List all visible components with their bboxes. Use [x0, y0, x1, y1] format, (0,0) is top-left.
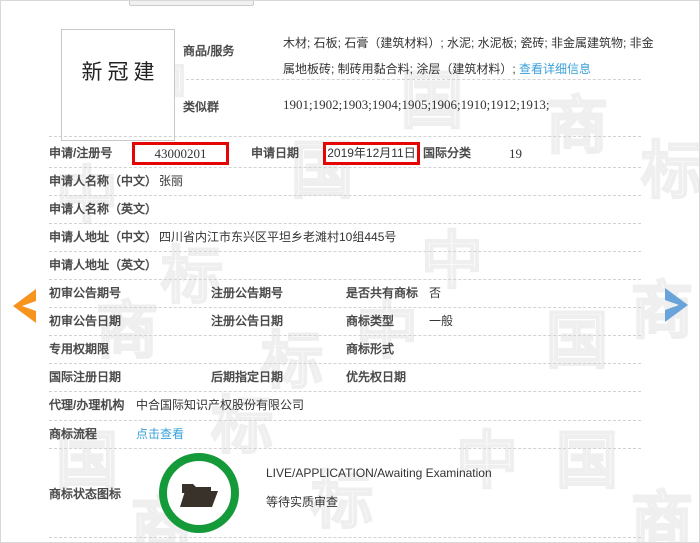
applicant-address-en-label: 申请人地址（英文） — [49, 252, 157, 280]
shared-trademark-label: 是否共有商标 — [346, 280, 418, 308]
trademark-image-text: 新冠建 — [77, 56, 160, 86]
view-details-link[interactable]: 查看详细信息 — [519, 62, 591, 76]
trademark-form-label: 商标形式 — [346, 336, 394, 364]
goods-services-text: 木材; 石板; 石膏（建筑材料）; 水泥; 水泥板; 瓷砖; 非金属建筑物; 非… — [283, 30, 665, 82]
applicant-name-en-row: 申请人名称（英文） — [49, 196, 641, 224]
intl-class-value: 19 — [509, 140, 522, 168]
applicant-address-cn-value: 四川省内江市东兴区平坦乡老滩村10组445号 — [159, 224, 396, 252]
goods-services-list: 木材; 石板; 石膏（建筑材料）; 水泥; 水泥板; 瓷砖; 非金属建筑物; 非… — [283, 36, 654, 76]
next-arrow-button[interactable] — [662, 286, 692, 324]
trademark-type-label: 商标类型 — [346, 308, 394, 336]
separator — [186, 79, 641, 80]
intl-reg-date-label: 国际注册日期 — [49, 364, 121, 392]
agency-label: 代理/办理机构 — [49, 392, 124, 420]
applicant-name-cn-value: 张丽 — [159, 168, 183, 196]
process-view-link[interactable]: 点击查看 — [136, 421, 184, 449]
chevron-right-icon — [662, 286, 692, 324]
gazette-date-row: 初审公告日期 注册公告日期 商标类型 一般 — [49, 308, 641, 336]
priority-date-label: 优先权日期 — [346, 364, 406, 392]
reg-gazette-no-label: 注册公告期号 — [211, 280, 283, 308]
applicant-name-cn-row: 申请人名称（中文） 张丽 — [49, 168, 641, 196]
later-designation-date-label: 后期指定日期 — [211, 364, 283, 392]
similar-group-label: 类似群 — [183, 98, 219, 115]
status-text-zh: 等待实质审查 — [266, 493, 338, 510]
trademark-image: 新冠建 — [61, 29, 175, 141]
trademark-detail-page: 中国商标中国商标中国商标中国商标中国商标 新冠建 商品/服务 木材; 石板; 石… — [0, 0, 700, 543]
process-label: 商标流程 — [49, 421, 97, 449]
chevron-left-icon — [9, 287, 39, 325]
exclusive-right-row: 专用权期限 商标形式 — [49, 336, 641, 364]
exclusive-right-period-label: 专用权期限 — [49, 336, 109, 364]
registration-row: 申请/注册号 43000201 申请日期 2019年12月11日 国际分类 19 — [49, 140, 641, 168]
applicant-name-cn-label: 申请人名称（中文） — [49, 168, 157, 196]
status-icon-label: 商标状态图标 — [49, 485, 121, 502]
reg-gazette-date-label: 注册公告日期 — [211, 308, 283, 336]
top-tab-remnant — [129, 1, 254, 6]
intl-dates-row: 国际注册日期 后期指定日期 优先权日期 — [49, 364, 641, 392]
process-row: 商标流程 点击查看 — [49, 421, 641, 449]
applicant-address-cn-row: 申请人地址（中文） 四川省内江市东兴区平坦乡老滩村10组445号 — [49, 224, 641, 252]
open-folder-icon — [178, 476, 220, 510]
separator — [49, 136, 641, 137]
prelim-gazette-no-label: 初审公告期号 — [49, 280, 121, 308]
app-reg-number-label: 申请/注册号 — [49, 140, 112, 168]
applicant-name-en-label: 申请人名称（英文） — [49, 196, 157, 224]
prelim-gazette-date-label: 初审公告日期 — [49, 308, 121, 336]
gazette-number-row: 初审公告期号 注册公告期号 是否共有商标 否 — [49, 280, 641, 308]
app-reg-number-highlight: 43000201 — [132, 142, 229, 165]
goods-services-label: 商品/服务 — [183, 42, 234, 59]
intl-class-label: 国际分类 — [423, 140, 471, 168]
application-date-label: 申请日期 — [251, 140, 299, 168]
status-text-en: LIVE/APPLICATION/Awaiting Examination — [266, 466, 492, 480]
shared-trademark-value: 否 — [429, 280, 441, 308]
agency-row: 代理/办理机构 中合国际知识产权股份有限公司 — [49, 392, 641, 421]
application-date-highlight: 2019年12月11日 — [323, 142, 420, 165]
similar-group-value: 1901;1902;1903;1904;1905;1906;1910;1912;… — [283, 97, 550, 113]
agency-value: 中合国际知识产权股份有限公司 — [136, 392, 304, 420]
trademark-type-value: 一般 — [429, 308, 453, 336]
status-circle — [159, 453, 239, 533]
previous-arrow-button[interactable] — [9, 287, 39, 325]
status-row: 商标状态图标 LIVE/APPLICATION/Awaiting Examina… — [49, 449, 641, 538]
applicant-address-en-row: 申请人地址（英文） — [49, 252, 641, 280]
applicant-address-cn-label: 申请人地址（中文） — [49, 224, 157, 252]
